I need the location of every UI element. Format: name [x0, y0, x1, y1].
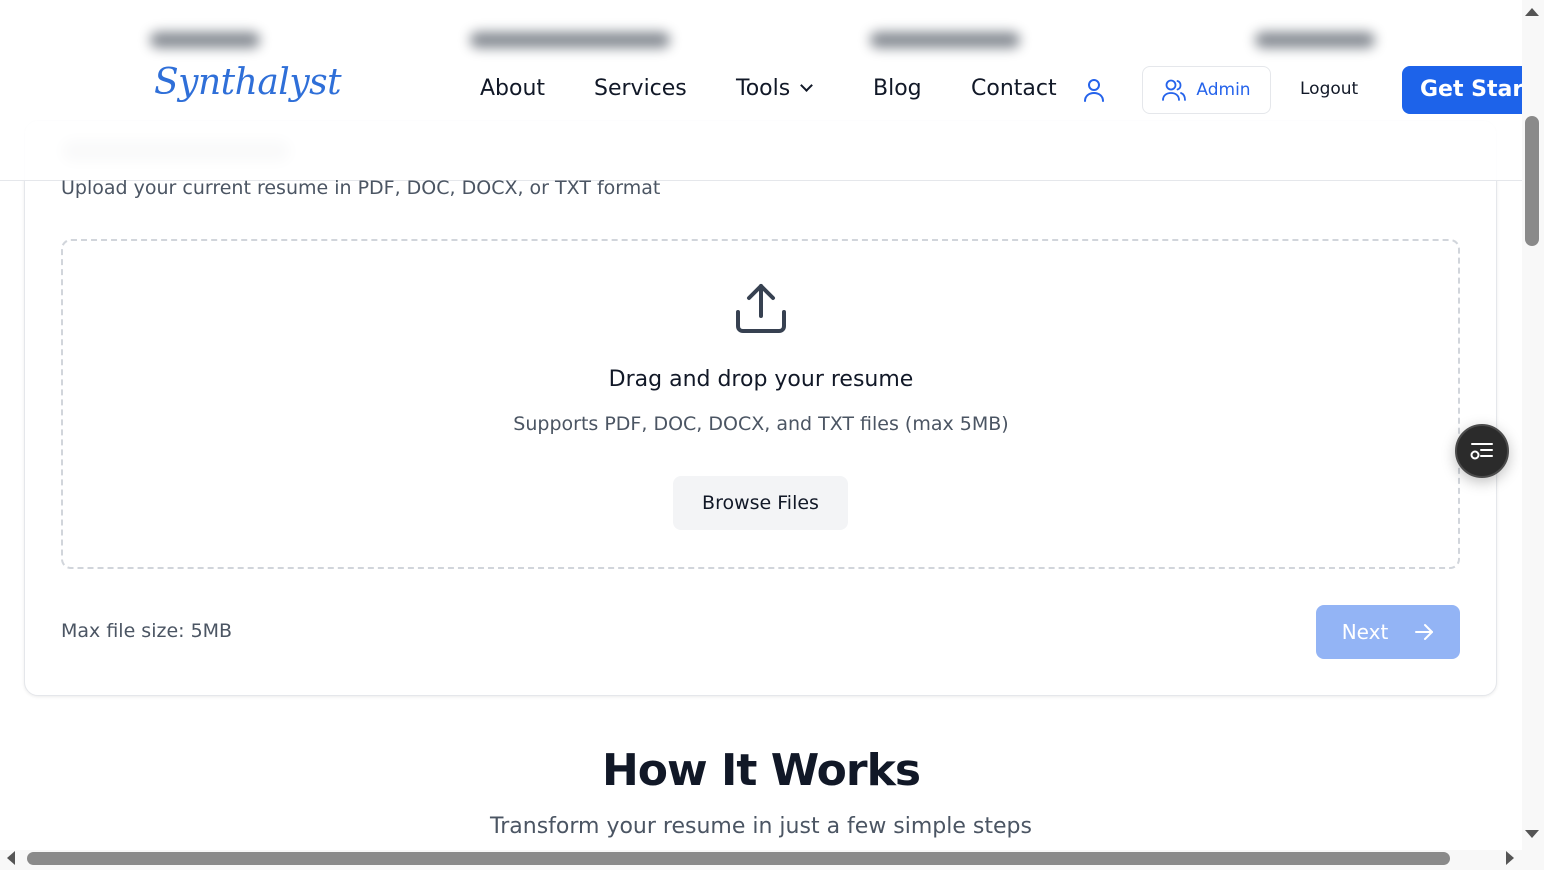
nav-about[interactable]: About	[480, 76, 545, 101]
user-icon[interactable]	[1083, 78, 1105, 102]
floating-menu-button[interactable]	[1455, 424, 1509, 478]
users-icon	[1162, 79, 1187, 101]
blurred-header-strip	[0, 14, 1522, 66]
admin-label: Admin	[1196, 80, 1251, 100]
next-label: Next	[1341, 620, 1389, 644]
how-it-works-subtitle: Transform your resume in just a few simp…	[490, 814, 1032, 839]
scroll-down-arrow-icon[interactable]	[1525, 830, 1539, 838]
list-icon	[1470, 443, 1493, 460]
max-file-size: Max file size: 5MB	[61, 620, 233, 642]
scroll-up-arrow-icon[interactable]	[1525, 8, 1539, 16]
page-viewport: Synthalyst About Services Tools Blog Con…	[0, 0, 1522, 850]
browse-files-button[interactable]: Browse Files	[673, 476, 848, 530]
arrow-right-icon	[1415, 624, 1434, 640]
dropzone-subtitle: Supports PDF, DOC, DOCX, and TXT files (…	[513, 413, 1009, 435]
get-started-button[interactable]: Get Started	[1402, 66, 1522, 114]
next-button[interactable]: Next	[1316, 605, 1460, 659]
nav-tools-label: Tools	[736, 76, 791, 101]
nav-services[interactable]: Services	[594, 76, 687, 101]
vertical-scroll-thumb[interactable]	[1525, 116, 1539, 246]
upload-icon	[736, 284, 786, 333]
nav-contact[interactable]: Contact	[971, 76, 1057, 101]
dropzone-title: Drag and drop your resume	[608, 367, 914, 392]
upload-subtitle: Upload your current resume in PDF, DOC, …	[61, 177, 661, 199]
admin-button[interactable]: Admin	[1142, 66, 1271, 114]
nav-tools[interactable]: Tools	[736, 76, 814, 101]
horizontal-scroll-thumb[interactable]	[27, 852, 1450, 865]
scroll-right-arrow-icon[interactable]	[1506, 851, 1514, 865]
site-logo[interactable]: Synthalyst	[154, 62, 342, 103]
nav-blog[interactable]: Blog	[873, 76, 922, 101]
logout-button[interactable]: Logout	[1300, 79, 1358, 99]
site-header: Synthalyst About Services Tools Blog Con…	[0, 0, 1522, 181]
scroll-left-arrow-icon[interactable]	[7, 851, 15, 865]
how-it-works-title: How It Works	[601, 745, 921, 796]
chevron-down-icon	[800, 79, 814, 92]
